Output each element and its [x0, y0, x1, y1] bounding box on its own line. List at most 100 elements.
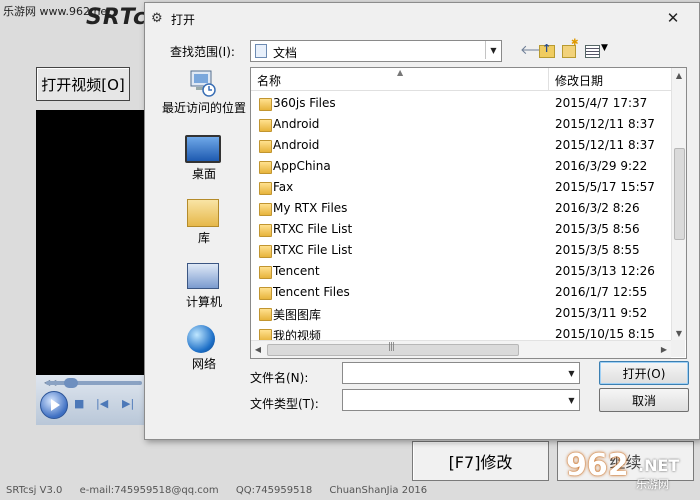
sort-ascending-icon: ▲ [397, 68, 404, 77]
seek-handle[interactable] [64, 378, 78, 388]
file-name: AppChina [273, 159, 331, 173]
desktop-icon [185, 135, 221, 163]
file-name: Tencent Files [273, 285, 350, 299]
list-item[interactable]: Android 2015/12/11 8:37 [251, 114, 671, 135]
file-name: 360js Files [273, 96, 336, 110]
stop-icon[interactable]: ■ [74, 397, 84, 410]
open-video-button[interactable]: 打开视频[O] [36, 67, 130, 101]
places-bar: 最近访问的位置 桌面 库 计算机 网络 [161, 65, 247, 375]
status-author: ChuanShanJia 2016 [329, 485, 428, 496]
lookin-dropdown[interactable]: 文档 ▼ [250, 40, 502, 62]
place-label-computer: 计算机 [185, 295, 222, 309]
chevron-down-icon[interactable]: ▼ [485, 41, 501, 59]
folder-icon [259, 266, 272, 279]
filename-combobox[interactable]: ▼ [342, 362, 580, 384]
folder-icon [259, 98, 272, 111]
filename-label: 文件名(N): [250, 371, 309, 385]
scroll-right-icon[interactable]: ▶ [657, 341, 671, 358]
list-item[interactable]: 美图图库 2015/3/11 9:52 [251, 303, 671, 324]
list-item[interactable]: 360js Files 2015/4/7 17:37 [251, 93, 671, 114]
list-item[interactable]: My RTX Files 2016/3/2 8:26 [251, 198, 671, 219]
file-name: My RTX Files [273, 201, 348, 215]
status-qq: QQ:745959518 [235, 485, 313, 496]
file-list-header: 名称 ▲ 修改日期 [251, 68, 671, 91]
folder-icon [259, 308, 272, 321]
scroll-up-icon[interactable]: ▲ [672, 68, 686, 82]
file-date: 2016/3/29 9:22 [555, 159, 648, 173]
watermark-logo-net: .NET [638, 456, 680, 475]
chevron-down-icon[interactable]: ▼ [564, 363, 579, 383]
scroll-down-icon[interactable]: ▼ [672, 326, 686, 340]
file-date: 2015/3/5 8:55 [555, 243, 640, 257]
file-date: 2015/10/15 8:15 [555, 327, 655, 341]
grip-icon: ||| [388, 342, 395, 352]
file-date: 2015/12/11 8:37 [555, 138, 655, 152]
vertical-scrollbar[interactable]: ▲ ▼ [671, 68, 686, 340]
watermark-logo: 962 .NET 乐游网 [560, 448, 695, 494]
column-divider[interactable] [548, 68, 549, 90]
folder-icon [259, 161, 272, 174]
cancel-button[interactable]: 取消 [599, 388, 689, 412]
open-file-dialog: ⚙ 打开 ✕ 查找范围(I): 文档 ▼ 🡐 ▼ 最近访问的位置 桌面 库 计算… [144, 2, 700, 440]
media-player-controls: ◀◀ ■ |◀ ▶| [36, 375, 144, 425]
app-title: SRTc [86, 5, 148, 30]
list-item[interactable]: Tencent Files 2016/1/7 12:55 [251, 282, 671, 303]
status-email: e-mail:745959518@qq.com [79, 485, 219, 496]
folder-icon [259, 224, 272, 237]
lookin-value: 文档 [273, 46, 298, 60]
horizontal-scroll-thumb[interactable]: ||| [267, 342, 519, 356]
vertical-scroll-thumb[interactable] [674, 148, 685, 240]
recent-places-icon [188, 69, 216, 97]
view-menu-chevron-icon[interactable]: ▼ [601, 43, 608, 53]
column-header-name[interactable]: 名称 [257, 72, 281, 89]
horizontal-scrollbar[interactable]: ◀ ||| ▶ [251, 340, 671, 358]
open-button[interactable]: 打开(O) [599, 361, 689, 385]
next-icon[interactable]: ▶| [122, 397, 134, 410]
gear-icon: ⚙ [151, 11, 163, 26]
column-header-date[interactable]: 修改日期 [555, 72, 603, 89]
file-name: Android [273, 138, 320, 152]
seek-bar[interactable] [46, 381, 142, 385]
list-item[interactable]: RTXC File List 2015/3/5 8:56 [251, 219, 671, 240]
file-rows: 360js Files 2015/4/7 17:37 Android 2015/12… [251, 93, 671, 345]
file-date: 2016/1/7 12:55 [555, 285, 648, 299]
folder-icon [259, 203, 272, 216]
place-label-recent: 最近访问的位置 [161, 101, 246, 115]
list-item[interactable]: Android 2015/12/11 8:37 [251, 135, 671, 156]
view-menu-icon[interactable] [585, 45, 600, 58]
file-name: 美图图库 [273, 308, 322, 322]
list-item[interactable]: Tencent 2015/3/13 12:26 [251, 261, 671, 282]
network-icon [187, 325, 215, 353]
file-name: Fax [273, 180, 294, 194]
watermark-logo-cn: 乐游网 [636, 478, 669, 491]
up-folder-icon[interactable] [539, 42, 555, 58]
lookin-label: 查找范围(I): [170, 45, 235, 59]
list-item[interactable]: AppChina 2016/3/29 9:22 [251, 156, 671, 177]
file-date: 2015/3/13 12:26 [555, 264, 655, 278]
previous-icon[interactable]: |◀ [96, 397, 108, 410]
file-date: 2015/3/5 8:56 [555, 222, 640, 236]
list-item[interactable]: RTXC File List 2015/3/5 8:55 [251, 240, 671, 261]
dialog-title: 打开 [171, 13, 196, 27]
file-name: RTXC File List [273, 243, 353, 257]
filetype-select[interactable]: ▼ [342, 389, 580, 411]
play-button[interactable] [40, 391, 68, 419]
file-date: 2015/5/17 15:57 [555, 180, 655, 194]
chevron-down-icon[interactable]: ▼ [564, 390, 579, 410]
dialog-title-bar[interactable]: ⚙ 打开 ✕ [145, 3, 699, 33]
modify-button[interactable]: [F7]修改 [412, 441, 549, 481]
folder-icon [259, 287, 272, 300]
folder-icon [259, 245, 272, 258]
library-icon [187, 199, 219, 227]
watermark-logo-number: 962 [566, 448, 629, 483]
scroll-left-icon[interactable]: ◀ [251, 341, 265, 358]
file-name: Tencent [273, 264, 320, 278]
list-item[interactable]: Fax 2015/5/17 15:57 [251, 177, 671, 198]
place-label-desktop: 桌面 [191, 167, 216, 181]
scrollbar-corner [671, 340, 685, 357]
computer-icon [187, 263, 219, 289]
folder-icon [259, 119, 272, 132]
place-label-network: 网络 [191, 357, 216, 371]
close-icon[interactable]: ✕ [662, 9, 684, 27]
new-folder-icon[interactable] [562, 38, 579, 58]
